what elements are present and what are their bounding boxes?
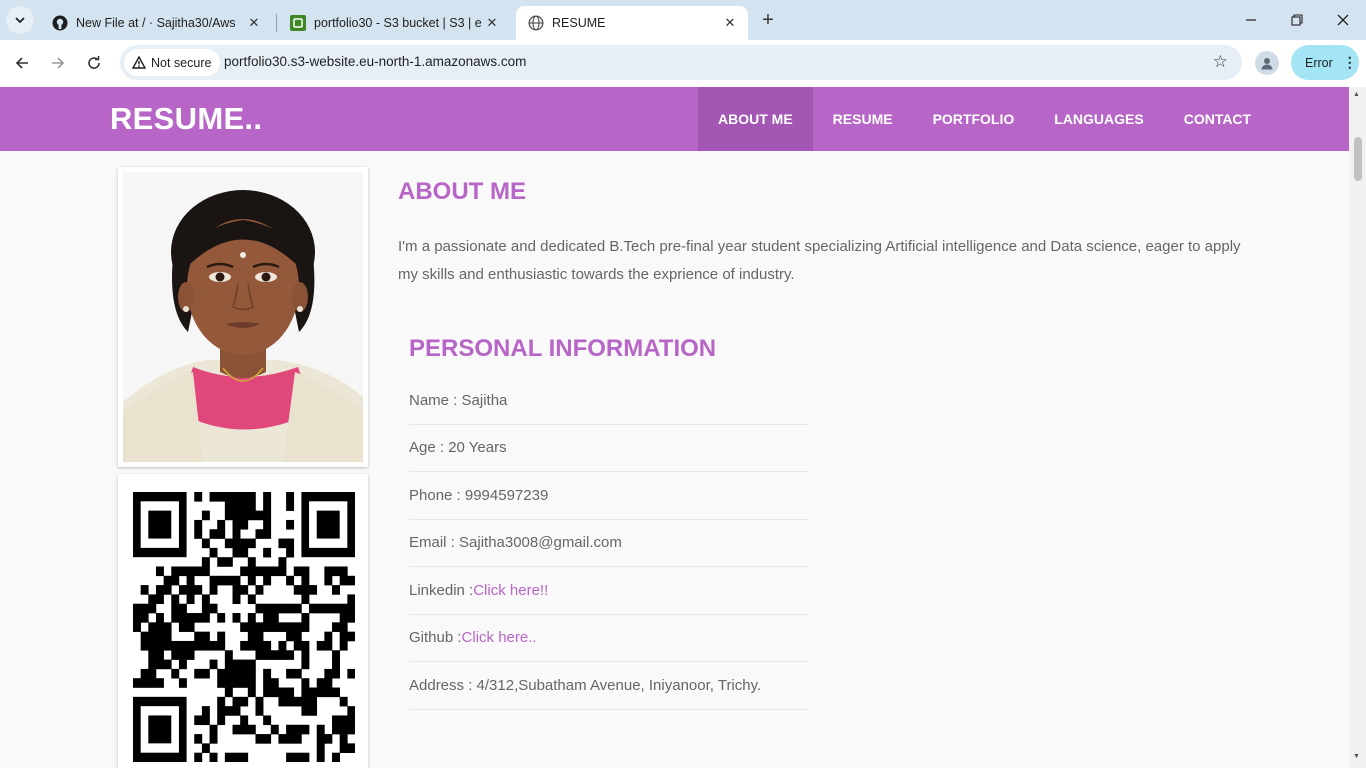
info-text: Address : 4/312,Subatham Avenue, Iniyano… (409, 676, 762, 694)
site-navbar: RESUME.. ABOUT ME RESUME PORTFOLIO LANGU… (0, 87, 1349, 151)
linkedin-link[interactable]: Click here!! (473, 582, 548, 599)
nav-languages[interactable]: LANGUAGES (1034, 87, 1163, 151)
plus-icon: + (762, 8, 774, 31)
info-text: Email : Sajitha3008@gmail.com (409, 534, 622, 552)
forward-button[interactable] (43, 48, 73, 78)
warning-triangle-icon (132, 56, 146, 69)
close-tab-icon[interactable]: ✕ (244, 13, 264, 33)
reload-button[interactable] (79, 48, 109, 78)
about-heading: ABOUT ME (398, 178, 526, 205)
aws-s3-icon (290, 15, 306, 31)
info-text: Linkedin : (409, 581, 474, 599)
info-text: Name : Sajitha (409, 391, 508, 409)
browser-tab-resume[interactable]: RESUME ✕ (516, 6, 748, 40)
minimize-icon (1246, 19, 1256, 21)
page-viewport: RESUME.. ABOUT ME RESUME PORTFOLIO LANGU… (0, 87, 1349, 768)
scroll-down-arrow-icon[interactable]: ▼ (1353, 753, 1360, 760)
tab-title: portfolio30 - S3 bucket | S3 | eu (314, 16, 482, 30)
info-row-name: Name : Sajitha (409, 377, 808, 425)
reload-icon (88, 56, 100, 69)
personal-info-list: Name : Sajitha Age : 20 Years Phone : 99… (409, 377, 808, 710)
tab-title: RESUME (552, 16, 606, 30)
personal-info-heading: PERSONAL INFORMATION (409, 335, 717, 362)
nav-contact[interactable]: CONTACT (1164, 87, 1271, 151)
info-row-address: Address : 4/312,Subatham Avenue, Iniyano… (409, 662, 808, 710)
site-menu: ABOUT ME RESUME PORTFOLIO LANGUAGES CONT… (698, 87, 1271, 151)
profile-photo-card (118, 167, 368, 467)
browser-tab-s3[interactable]: portfolio30 - S3 bucket | S3 | eu ✕ (278, 6, 510, 40)
info-row-linkedin: Linkedin : Click here!! (409, 567, 808, 615)
close-tab-icon[interactable]: ✕ (482, 13, 502, 33)
page-scrollbar[interactable]: ▲ ▼ (1349, 87, 1366, 768)
url-text[interactable]: portfolio30.s3-website.eu-north-1.amazon… (224, 54, 526, 69)
arrow-right-icon (52, 57, 65, 69)
error-menu-button[interactable]: Error ⋮ (1291, 45, 1359, 80)
nav-portfolio[interactable]: PORTFOLIO (913, 87, 1035, 151)
restore-icon (1291, 14, 1303, 26)
info-row-github: Github : Click here.. (409, 615, 808, 662)
person-icon (1261, 58, 1273, 70)
scroll-up-arrow-icon[interactable]: ▲ (1353, 91, 1360, 98)
info-row-phone: Phone : 9994597239 (409, 472, 808, 520)
close-window-button[interactable] (1320, 0, 1366, 40)
close-tab-icon[interactable]: ✕ (720, 13, 740, 33)
minimize-window-button[interactable] (1228, 0, 1274, 40)
tab-search-button[interactable] (6, 6, 34, 34)
chevron-down-icon (15, 17, 25, 24)
arrow-left-icon (15, 57, 28, 69)
site-security-chip[interactable]: Not secure (124, 49, 221, 76)
profile-button[interactable] (1255, 51, 1279, 75)
profile-photo (123, 172, 363, 462)
new-tab-button[interactable]: + (756, 8, 780, 32)
info-text: Github : (409, 629, 462, 647)
nav-resume[interactable]: RESUME (813, 87, 913, 151)
restore-window-button[interactable] (1274, 0, 1320, 40)
tab-divider (276, 14, 277, 32)
qr-code-image[interactable] (133, 492, 355, 762)
info-row-age: Age : 20 Years (409, 425, 808, 472)
bookmark-star-icon[interactable]: ☆ (1213, 52, 1228, 72)
qr-code-card (118, 474, 368, 768)
info-row-email: Email : Sajitha3008@gmail.com (409, 520, 808, 567)
error-label: Error (1305, 55, 1333, 70)
site-logo[interactable]: RESUME.. (110, 101, 262, 137)
back-button[interactable] (7, 48, 37, 78)
globe-icon (528, 15, 544, 31)
github-icon (52, 15, 68, 31)
security-label: Not secure (151, 55, 212, 70)
info-text: Age : 20 Years (409, 439, 507, 457)
info-text: Phone : 9994597239 (409, 486, 549, 504)
browser-tab-github[interactable]: New File at / · Sajitha30/Aws ✕ (40, 6, 272, 40)
scrollbar-thumb[interactable] (1354, 137, 1362, 181)
nav-about-me[interactable]: ABOUT ME (698, 87, 813, 151)
about-paragraph: I'm a passionate and dedicated B.Tech pr… (398, 238, 1241, 283)
tab-title: New File at / · Sajitha30/Aws (76, 16, 236, 30)
address-bar[interactable]: Not secure portfolio30.s3-website.eu-nor… (120, 45, 1242, 80)
kebab-menu-icon: ⋮ (1342, 54, 1357, 70)
browser-tab-bar: New File at / · Sajitha30/Aws ✕ portfoli… (0, 0, 1366, 40)
github-link[interactable]: Click here.. (462, 629, 537, 646)
browser-toolbar: Not secure portfolio30.s3-website.eu-nor… (0, 40, 1366, 87)
close-icon (1337, 14, 1349, 26)
